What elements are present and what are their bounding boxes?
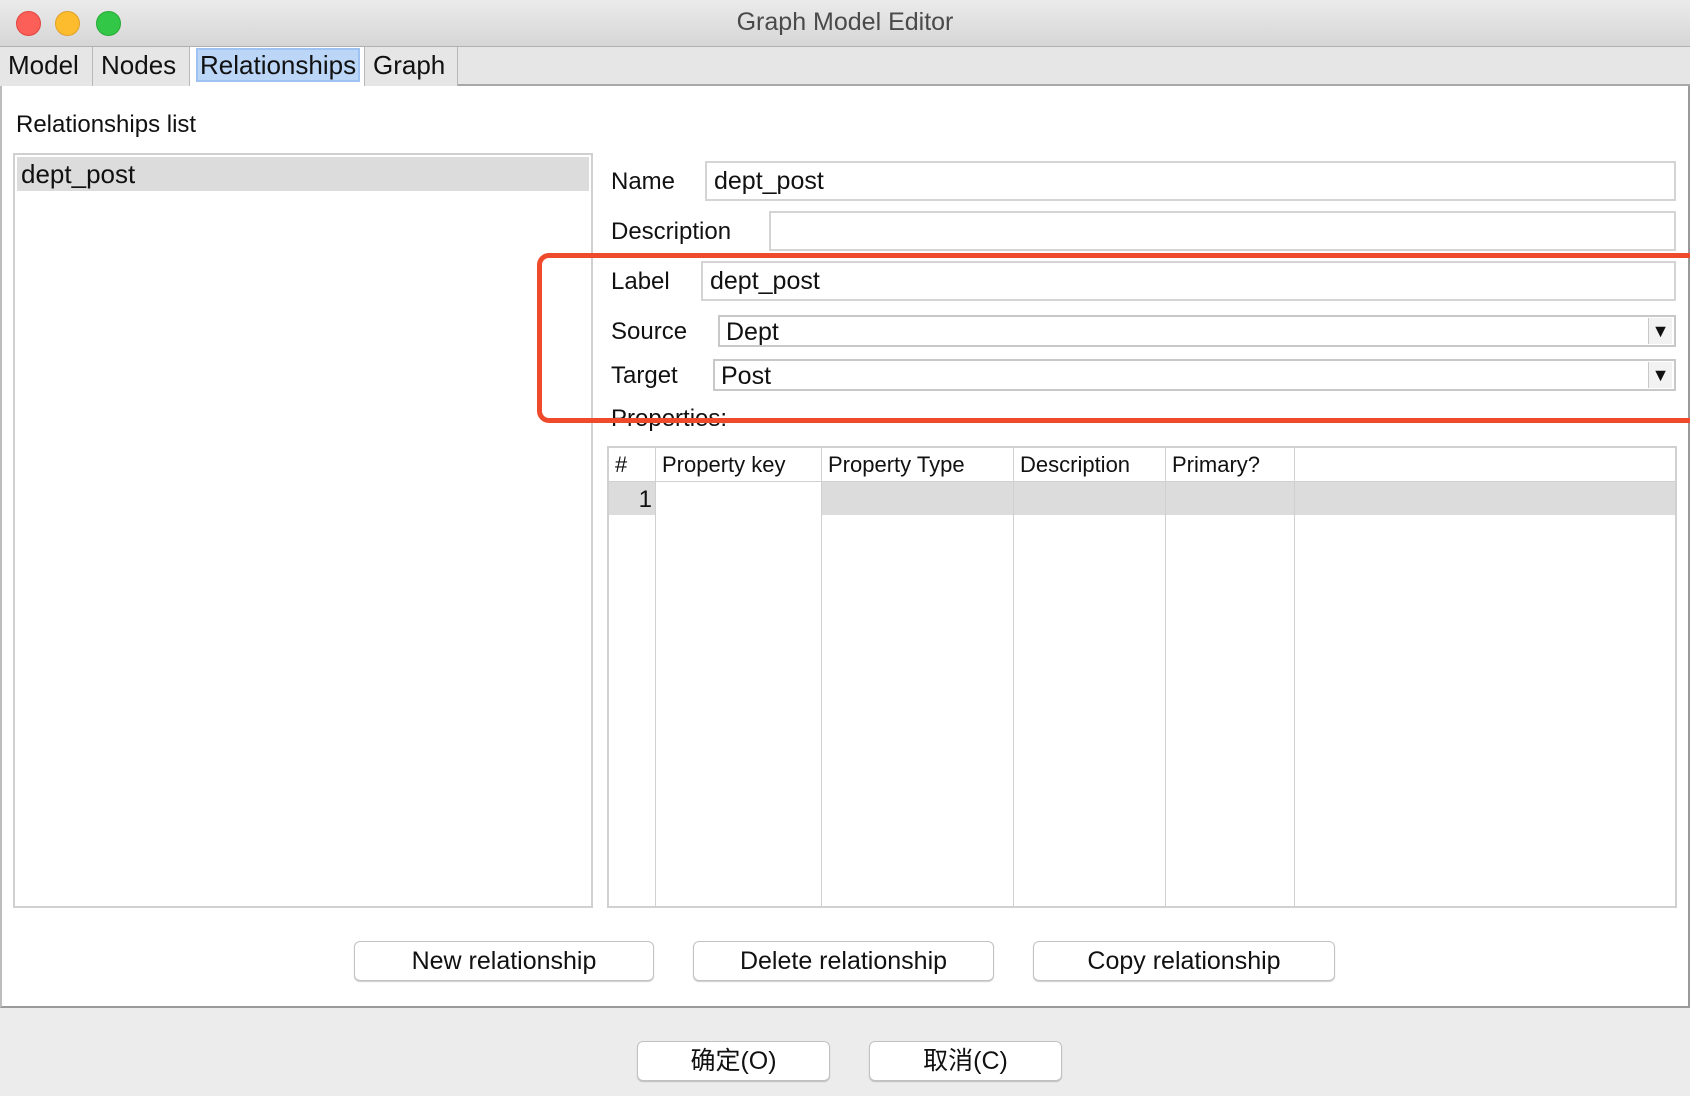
relationships-list[interactable]: dept_post [13,153,593,908]
tab-graph[interactable]: Graph [365,47,458,86]
target-label: Target [611,362,678,389]
chevron-down-icon[interactable]: ▼ [1648,318,1672,344]
column-header-index[interactable]: # [609,448,656,481]
tab-model-label: Model [8,50,79,80]
tab-model[interactable]: Model [0,47,93,86]
source-value: Dept [726,318,779,346]
description-input[interactable] [769,211,1676,251]
column-primary [1166,481,1295,906]
source-select[interactable]: Dept ▼ [718,315,1676,347]
target-value: Post [721,362,772,390]
chevron-down-icon[interactable]: ▼ [1648,362,1672,388]
window-title: Graph Model Editor [736,8,954,36]
properties-table[interactable]: # Property key Property Type Description… [607,446,1677,908]
column-index [609,481,656,906]
properties-label: Properties: [611,405,728,432]
target-select[interactable]: Post ▼ [713,359,1676,391]
column-header-description[interactable]: Description [1014,448,1166,481]
copy-relationship-button[interactable]: Copy relationship [1033,941,1335,981]
ok-button[interactable]: 确定(O) [637,1041,830,1081]
column-header-primary[interactable]: Primary? [1166,448,1295,481]
column-description [1014,481,1166,906]
name-label: Name [611,168,676,195]
label-label: Label [611,268,670,295]
title-bar: Graph Model Editor [0,0,1690,47]
table-row-index[interactable]: 1 [609,481,656,515]
tab-graph-label: Graph [373,50,446,80]
label-input[interactable]: dept_post [701,261,1676,301]
tab-nodes[interactable]: Nodes [93,47,190,86]
tab-relationships[interactable]: Relationships [190,47,365,88]
new-relationship-button[interactable]: New relationship [354,941,654,981]
delete-relationship-button[interactable]: Delete relationship [693,941,994,981]
name-input[interactable]: dept_post [705,161,1676,201]
tab-nodes-label: Nodes [101,50,177,80]
header-divider [609,481,1675,482]
column-property-key [656,481,822,906]
column-header-property-type[interactable]: Property Type [822,448,1014,481]
cancel-button[interactable]: 取消(C) [869,1041,1062,1081]
description-label: Description [611,218,732,245]
tab-bar: Model Nodes Relationships Graph [0,47,1690,88]
list-item[interactable]: dept_post [17,157,589,191]
source-label: Source [611,318,688,345]
tab-relationships-label: Relationships [195,48,361,82]
column-header-property-key[interactable]: Property key [656,448,822,481]
column-property-type [822,481,1014,906]
relationships-list-title: Relationships list [16,111,197,138]
